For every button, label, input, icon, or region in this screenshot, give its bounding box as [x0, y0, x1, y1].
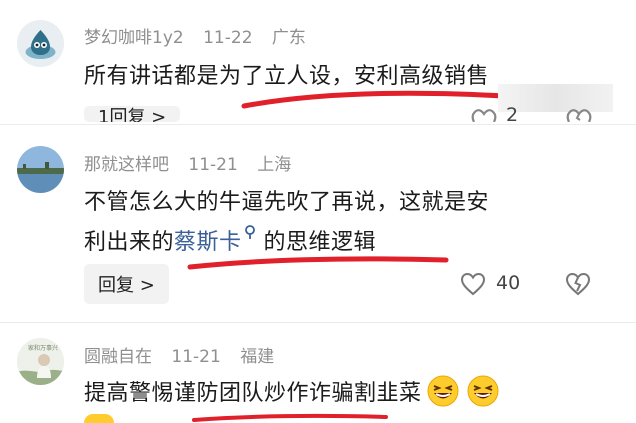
laughing-emoji-icon: [467, 375, 499, 407]
reply-label: 1回复 >: [98, 107, 167, 122]
like-count: 2: [506, 104, 519, 122]
heart-icon[interactable]: [460, 272, 486, 296]
comment-location: 福建: [240, 347, 275, 367]
avatar[interactable]: [17, 20, 64, 67]
laughing-emoji-icon: [427, 375, 459, 407]
comment-text-prefix: 利出来的: [84, 230, 175, 255]
comment-meta: 圆融自在 11-21 福建: [84, 342, 288, 367]
divider: [0, 322, 636, 323]
comment-text: 提高警惕谨防团队炒作诈骗割韭菜: [84, 374, 500, 408]
username[interactable]: 那就这样吧: [84, 155, 169, 175]
comment-text: 不管怎么大的牛逼先吹了再说，这就是安: [84, 190, 490, 215]
partial-emoji: [84, 414, 114, 423]
comment-location: 广东: [271, 28, 306, 48]
comment-location: 上海: [257, 155, 292, 175]
reply-label: 回复 >: [98, 275, 155, 296]
avatar-lake: [17, 146, 64, 193]
search-icon: [244, 225, 255, 239]
comment-text-body: 提高警惕谨防团队炒作诈骗割韭菜: [84, 381, 422, 406]
comment-meta: 梦幻咖啡1y2 11-22 广东: [84, 23, 320, 48]
username[interactable]: 梦幻咖啡1y2: [84, 28, 184, 48]
heart-icon[interactable]: [470, 108, 498, 122]
reply-button[interactable]: 回复 >: [84, 264, 169, 304]
comment-date: 11-21: [188, 155, 238, 175]
broken-heart-icon[interactable]: [565, 272, 591, 296]
avatar-caption: 家和万事兴: [28, 345, 59, 352]
broken-heart-icon[interactable]: [565, 108, 593, 122]
like-count: 40: [496, 272, 521, 294]
comment-date: 11-22: [203, 28, 253, 48]
avatar-water-drop: [17, 20, 64, 67]
comment-date: 11-21: [171, 347, 221, 367]
reply-button[interactable]: 1回复 >: [84, 106, 181, 122]
red-underline-annotation: [187, 256, 449, 270]
username[interactable]: 圆融自在: [84, 347, 152, 367]
divider: [0, 124, 636, 125]
avatar[interactable]: [17, 146, 64, 193]
comment-meta: 那就这样吧 11-21 上海: [84, 150, 305, 175]
red-underline-annotation: [192, 414, 388, 422]
avatar[interactable]: 家和万事兴: [17, 338, 64, 385]
